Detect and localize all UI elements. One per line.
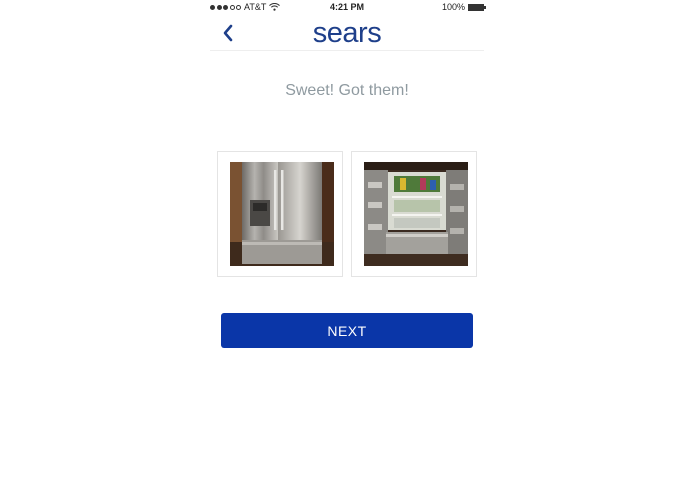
battery-icon <box>468 3 486 11</box>
photo-fridge-open <box>364 162 468 266</box>
next-button[interactable]: NEXT <box>221 313 473 348</box>
status-bar: AT&T 4:21 PM 100% <box>210 2 486 16</box>
nav-bar: sears <box>210 16 484 51</box>
battery-percent: 100% <box>441 2 465 12</box>
photo-card-fridge-closed[interactable] <box>217 151 343 277</box>
confirmation-message: Sweet! Got them! <box>285 82 409 99</box>
photo-card-fridge-open[interactable] <box>351 151 477 277</box>
sears-logo: sears <box>312 17 382 49</box>
photo-fridge-closed <box>230 162 334 266</box>
status-right: 100% <box>441 2 486 12</box>
